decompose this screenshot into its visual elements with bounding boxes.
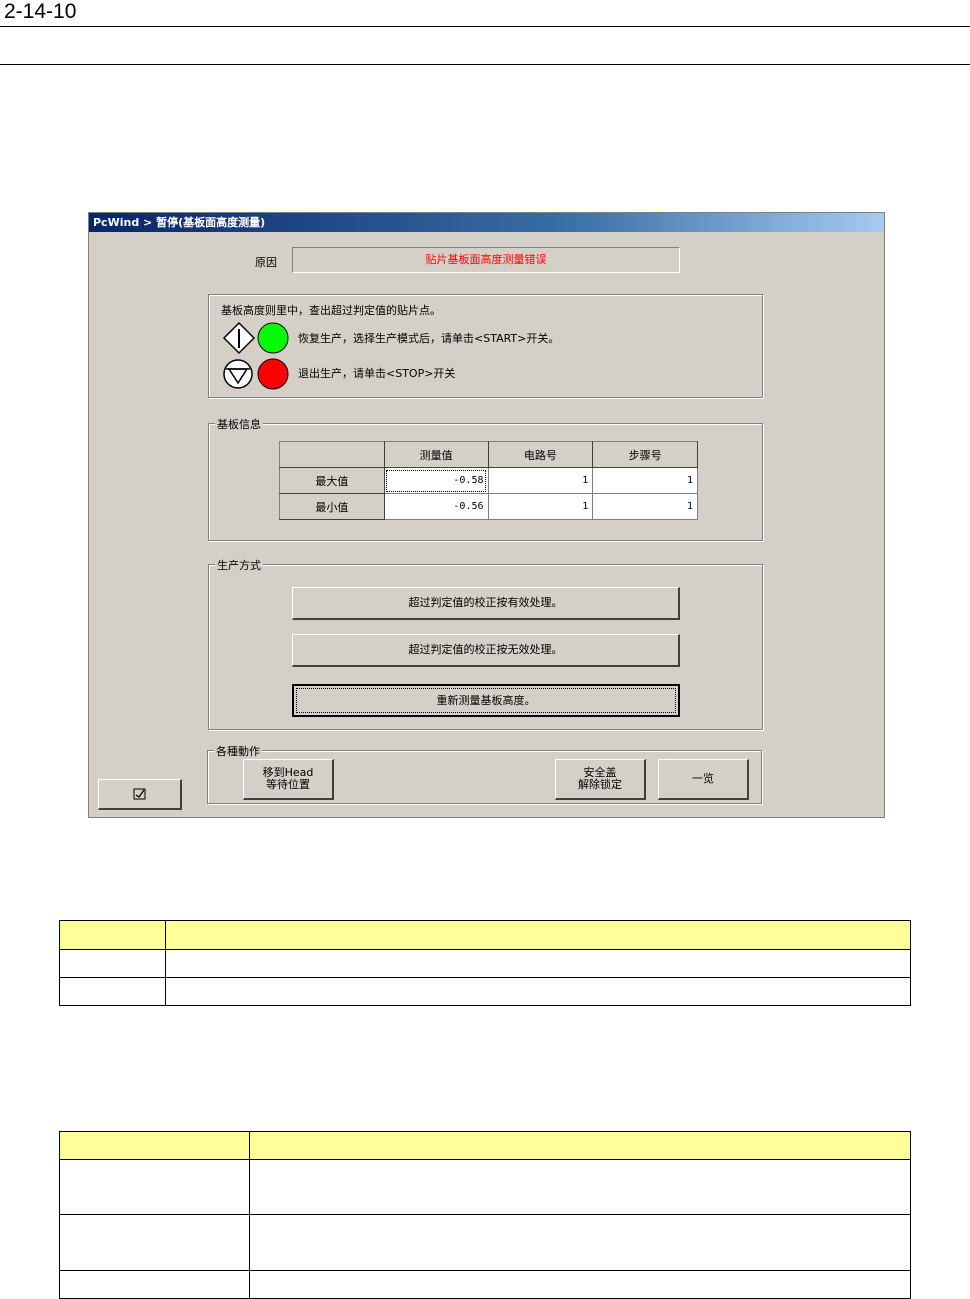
window-title: PcWind > 暂停(基板面高度测量) [89,213,884,232]
table-row[interactable]: 最大值 -0.58 1 1 [279,467,698,494]
table-row [59,1214,911,1271]
measure-cell[interactable]: -0.58 [383,467,489,494]
message-line3: 退出生产，请单击<STOP>开关 [298,367,456,380]
board-info-title: 基板信息 [215,416,263,432]
unlock-cover-line2: 解除锁定 [578,778,622,791]
doc-table-2-header [59,1131,911,1160]
table-row [59,949,911,978]
circuit-cell[interactable]: 1 [487,493,594,520]
table-row [59,1159,911,1215]
page-number: 2-14-10 [4,0,77,23]
column-header [279,441,385,468]
header-rule-top [0,26,970,27]
checkbox-icon [133,788,145,800]
actions-title: 各種動作 [214,743,262,759]
stop-circle-icon [223,359,253,389]
move-head-line2: 等待位置 [266,778,310,791]
doc-table-1-header [59,920,911,950]
table-row [59,977,911,1006]
actions-group: 各種動作 移到Head 等待位置 安全盖 解除锁定 一览 [207,743,762,804]
table-row[interactable]: 最小值 -0.56 1 1 [279,493,698,520]
move-head-button[interactable]: 移到Head 等待位置 [243,759,334,800]
table-row [59,1270,911,1299]
board-info-table: 测量值 电路号 步骤号 最大值 -0.58 1 1 最小值 -0.56 1 1 [279,441,698,520]
production-mode-group: 生产方式 超过判定值的校正按有效处理。 超过判定值的校正按无效处理。 重新测量基… [208,557,763,730]
unlock-cover-button[interactable]: 安全盖 解除锁定 [555,759,646,800]
message-line2: 恢复生产，选择生产模式后，请单击<START>开关。 [298,332,560,345]
valid-correction-button[interactable]: 超过判定值的校正按有效处理。 [292,587,680,620]
remeasure-button[interactable]: 重新测量基板高度。 [292,684,680,717]
checkbox-button[interactable] [98,779,182,810]
message-line1: 基板高度则里中，查出超过判定值的贴片点。 [221,304,441,317]
column-header: 步骤号 [592,441,698,468]
invalid-correction-button[interactable]: 超过判定值的校正按无效处理。 [292,634,680,667]
row-label: 最大值 [279,467,385,494]
pause-dialog: PcWind > 暂停(基板面高度测量) 原因 贴片基板面高度测量错误 基板高度… [88,212,885,818]
column-header: 电路号 [487,441,594,468]
doc-table-1 [59,920,911,1006]
reason-field: 贴片基板面高度测量错误 [292,247,680,273]
start-diamond-icon [222,321,256,355]
step-cell[interactable]: 1 [592,467,698,494]
stop-lamp-icon [257,358,289,390]
production-mode-title: 生产方式 [215,557,263,573]
reason-label: 原因 [255,256,277,269]
list-button[interactable]: 一览 [658,759,749,800]
step-cell[interactable]: 1 [592,493,698,520]
board-info-group: 基板信息 测量值 电路号 步骤号 最大值 -0.58 1 1 最小值 -0.56… [208,416,763,541]
column-header: 测量值 [383,441,489,468]
header-rule-bottom [0,64,970,65]
row-label: 最小值 [279,493,385,520]
message-panel: 基板高度则里中，查出超过判定值的贴片点。 恢复生产，选择生产模式后，请单击<ST… [208,294,763,398]
circuit-cell[interactable]: 1 [487,467,594,494]
doc-table-2 [59,1131,911,1299]
start-lamp-icon [257,322,289,354]
measure-cell[interactable]: -0.56 [383,493,489,520]
table-header-row: 测量值 电路号 步骤号 [279,441,698,468]
